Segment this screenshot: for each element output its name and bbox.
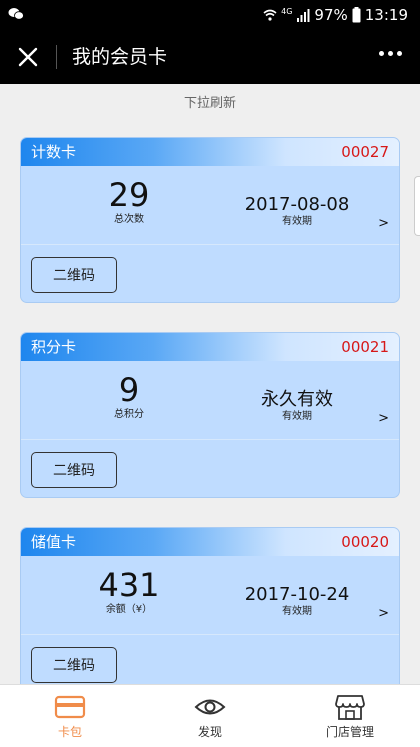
qr-code-button[interactable]: 二维码 [31, 452, 117, 488]
expiry-value: 永久有效 [261, 389, 333, 410]
card-type: 计数卡 [31, 143, 77, 161]
chevron-right-icon[interactable]: > [378, 411, 389, 426]
wifi-icon [263, 9, 277, 21]
pull-to-refresh-hint: 下拉刷新 [183, 96, 236, 111]
card-expiry: 2017-08-08 有效期 [237, 194, 357, 228]
card-header: 计数卡 00027 [21, 138, 399, 166]
nav-divider [56, 45, 57, 69]
card-metric: 9 总积分 [79, 371, 179, 421]
chevron-right-icon[interactable]: > [378, 606, 389, 621]
metric-value: 431 [98, 566, 160, 604]
card-number: 00020 [341, 533, 389, 551]
tab-label: 发现 [197, 725, 222, 739]
expiry-label: 有效期 [282, 606, 312, 617]
network-type: 4G [281, 6, 293, 16]
card-expiry: 永久有效 有效期 [237, 389, 357, 423]
card-number: 00027 [341, 143, 389, 161]
card-body: 29 总次数 2017-08-08 有效期 > [21, 166, 399, 245]
member-card-count[interactable]: 计数卡 00027 29 总次数 2017-08-08 有效期 > 二维码 [20, 137, 400, 303]
metric-label: 余额（¥） [105, 604, 153, 615]
card-header: 积分卡 00021 [21, 333, 399, 361]
side-handle[interactable] [414, 176, 420, 236]
card-header: 储值卡 00020 [21, 528, 399, 556]
expiry-label: 有效期 [282, 216, 312, 227]
battery-percent: 97% [314, 6, 348, 24]
card-body: 9 总积分 永久有效 有效期 > [21, 361, 399, 440]
more-dots-icon[interactable] [379, 51, 402, 56]
qr-code-button[interactable]: 二维码 [31, 257, 117, 293]
metric-label: 总积分 [114, 409, 144, 420]
status-bar: 4G 97% 13:19 [0, 0, 420, 30]
tab-card-wallet[interactable]: 卡包 [0, 685, 140, 747]
card-number: 00021 [341, 338, 389, 356]
tab-store-management[interactable]: 门店管理 [280, 685, 420, 747]
tab-label: 卡包 [57, 725, 82, 739]
expiry-value: 2017-10-24 [244, 584, 350, 605]
member-card-stored-value[interactable]: 储值卡 00020 431 余额（¥） 2017-10-24 有效期 > 二维码 [20, 527, 400, 693]
nav-bar: 我的会员卡 [0, 30, 420, 84]
page-title: 我的会员卡 [72, 46, 168, 68]
card-expiry: 2017-10-24 有效期 [237, 584, 357, 618]
card-type: 积分卡 [31, 338, 77, 356]
bottom-tab-bar: 卡包 发现 门店管理 [0, 684, 420, 747]
eye-icon [194, 699, 226, 715]
signal-icon [297, 9, 310, 22]
card-metric: 431 余额（¥） [79, 566, 179, 616]
expiry-label: 有效期 [282, 411, 312, 422]
card-body: 431 余额（¥） 2017-10-24 有效期 > [21, 556, 399, 635]
store-icon [335, 695, 365, 720]
tab-discover[interactable]: 发现 [140, 685, 280, 747]
tab-label: 门店管理 [325, 725, 374, 739]
metric-label: 总次数 [114, 214, 144, 225]
wechat-icon [8, 8, 24, 20]
chevron-right-icon[interactable]: > [378, 216, 389, 231]
expiry-value: 2017-08-08 [244, 194, 350, 215]
close-icon[interactable] [16, 45, 40, 69]
clock: 13:19 [364, 6, 408, 24]
metric-value: 9 [118, 371, 140, 409]
card-wallet-icon [54, 695, 86, 719]
status-right: 4G 97% 13:19 [263, 6, 408, 24]
qr-code-button[interactable]: 二维码 [31, 647, 117, 683]
card-type: 储值卡 [31, 533, 77, 551]
card-metric: 29 总次数 [79, 176, 179, 226]
battery-icon [352, 7, 361, 23]
member-card-points[interactable]: 积分卡 00021 9 总积分 永久有效 有效期 > 二维码 [20, 332, 400, 498]
metric-value: 29 [108, 176, 150, 214]
